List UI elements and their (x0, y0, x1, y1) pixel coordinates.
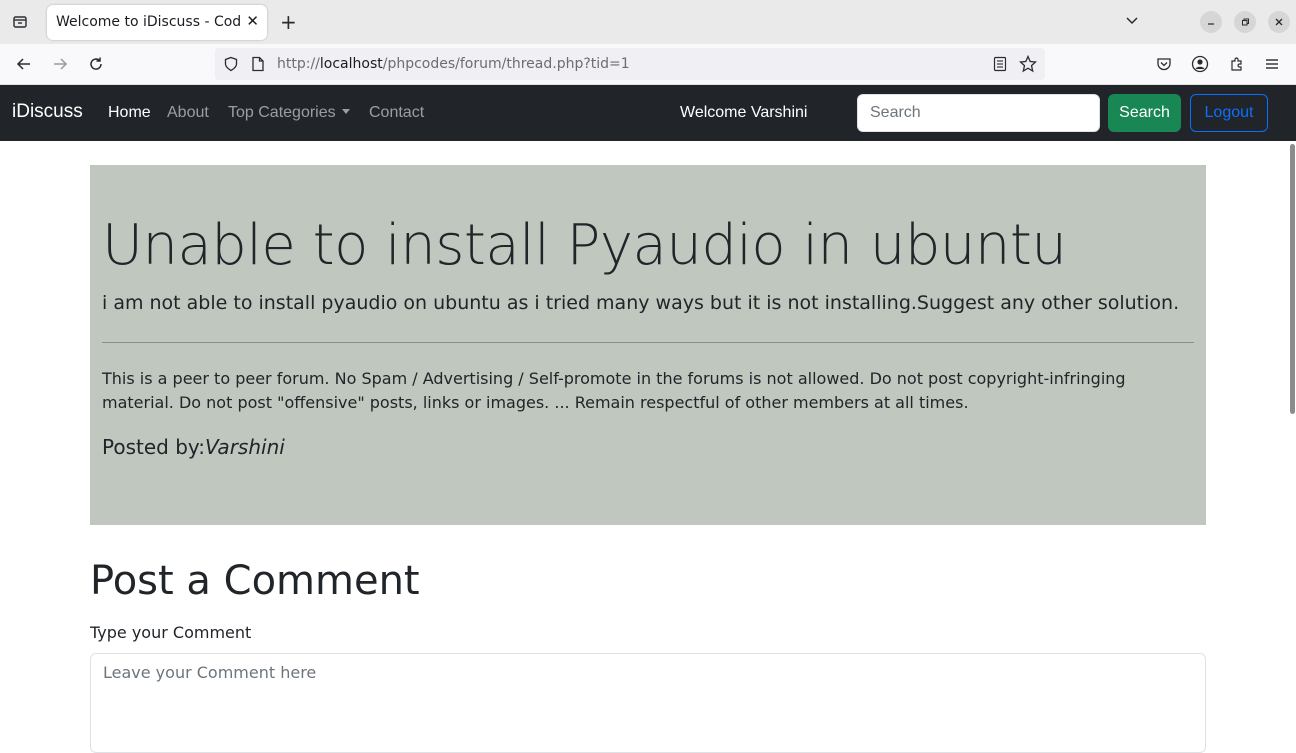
search-button[interactable]: Search (1108, 94, 1181, 132)
page-icon[interactable] (248, 54, 268, 74)
browser-tab-bar: Welcome to iDiscuss - Coding Forums ✕ + (0, 0, 1296, 44)
extensions-icon[interactable] (1227, 54, 1247, 74)
browser-tab[interactable]: Welcome to iDiscuss - Coding Forums ✕ (47, 5, 267, 40)
minimize-icon[interactable] (1200, 11, 1222, 33)
tab-list-icon[interactable] (8, 11, 32, 33)
posted-by-name: Varshini (205, 435, 285, 459)
welcome-text: Welcome Varshini (680, 104, 808, 121)
nav-contact[interactable]: Contact (369, 104, 424, 122)
thread-title: Unable to install Pyaudio in ubuntu (102, 213, 1067, 278)
scrollbar-thumb[interactable] (1290, 144, 1295, 414)
tab-close-icon[interactable]: ✕ (246, 12, 259, 30)
forward-icon[interactable] (50, 54, 70, 74)
url-path: /phpcodes/forum/thread.php?tid=1 (382, 56, 630, 72)
account-icon[interactable] (1190, 54, 1210, 74)
thread-description: i am not able to install pyaudio on ubun… (102, 292, 1180, 314)
browser-toolbar: http://localhost/phpcodes/forum/thread.p… (0, 44, 1296, 85)
logout-button[interactable]: Logout (1190, 94, 1268, 132)
comment-textarea[interactable] (90, 653, 1206, 753)
url-prefix: http:// (277, 56, 320, 72)
chevron-down-icon[interactable] (1124, 12, 1140, 32)
url-host: localhost (319, 56, 383, 72)
comment-label: Type your Comment (90, 623, 252, 642)
divider (102, 342, 1194, 343)
thread-jumbotron: Unable to install Pyaudio in ubuntu i am… (90, 165, 1206, 525)
tab-title: Welcome to iDiscuss - Coding Forums (56, 14, 242, 30)
nav-home[interactable]: Home (108, 104, 151, 122)
pocket-icon[interactable] (1154, 54, 1174, 74)
back-icon[interactable] (14, 54, 34, 74)
caret-down-icon (341, 109, 350, 114)
nav-about[interactable]: About (167, 104, 209, 122)
url-text: http://localhost/phpcodes/forum/thread.p… (277, 56, 630, 72)
restore-icon[interactable] (1234, 11, 1256, 33)
posted-by-label: Posted by: (102, 435, 206, 459)
post-comment-heading: Post a Comment (90, 558, 420, 604)
reader-view-icon[interactable] (990, 54, 1010, 74)
site-navbar: iDiscuss Home About Top Categories Conta… (0, 85, 1296, 141)
menu-icon[interactable] (1262, 54, 1282, 74)
nav-top-categories-dropdown[interactable]: Top Categories (228, 104, 350, 122)
forum-rules: This is a peer to peer forum. No Spam / … (102, 369, 1126, 412)
nav-top-categories-label: Top Categories (228, 104, 336, 121)
close-icon[interactable] (1268, 11, 1290, 33)
page-scrollbar[interactable] (1289, 141, 1296, 741)
url-bar[interactable]: http://localhost/phpcodes/forum/thread.p… (215, 48, 1045, 80)
search-input[interactable] (857, 94, 1100, 132)
reload-icon[interactable] (86, 54, 106, 74)
bookmark-star-icon[interactable] (1018, 54, 1038, 74)
shield-icon[interactable] (221, 54, 241, 74)
posted-by: Posted by:Varshini (102, 435, 285, 459)
brand-logo[interactable]: iDiscuss (12, 101, 83, 123)
new-tab-button[interactable]: + (280, 11, 297, 33)
